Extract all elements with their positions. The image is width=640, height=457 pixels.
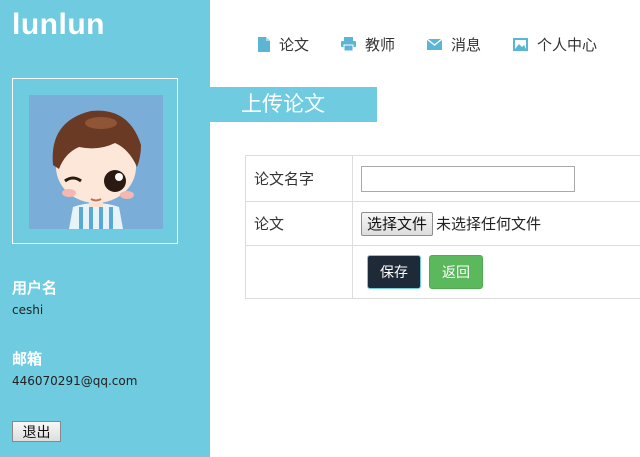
nav-item-label: 教师 [365, 35, 396, 54]
file-status-text: 未选择任何文件 [436, 215, 542, 233]
nav-item-papers[interactable]: 论文 [258, 34, 309, 55]
avatar-cartoon-icon [29, 95, 163, 229]
nav-item-teachers[interactable]: 教师 [341, 34, 395, 55]
envelope-icon [427, 38, 443, 50]
save-button[interactable]: 保存 [367, 255, 421, 289]
picture-icon [513, 37, 529, 51]
email-label: 邮箱 [12, 350, 43, 368]
document-icon [258, 36, 270, 52]
username-value: ceshi [12, 303, 44, 317]
section-title: 上传论文 [210, 87, 377, 122]
avatar [29, 95, 163, 229]
printer-icon [341, 37, 357, 51]
upload-form: 论文名字 论文 选择文件 未选择任何文件 保存 返回 [245, 155, 640, 299]
nav-item-profile[interactable]: 个人中心 [513, 34, 597, 55]
form-row-actions: 保存 返回 [245, 245, 640, 299]
top-nav: 论文 教师 消息 个人中心 [258, 34, 629, 54]
avatar-frame [12, 78, 178, 244]
form-row-title: 论文名字 [245, 155, 640, 202]
nav-item-label: 论文 [279, 35, 310, 54]
logout-button[interactable]: 退出 [12, 421, 61, 442]
nav-item-messages[interactable]: 消息 [427, 34, 481, 55]
sidebar: lunlun 用户名 ceshi 邮箱 446070291@qq.com 退出 [0, 0, 210, 457]
choose-file-button[interactable]: 选择文件 [361, 211, 434, 236]
back-button[interactable]: 返回 [429, 255, 483, 289]
paper-file-label: 论文 [245, 201, 353, 246]
paper-name-input[interactable] [361, 165, 575, 192]
username-label: 用户名 [12, 279, 58, 297]
brand-logo[interactable]: lunlun [12, 8, 105, 42]
paper-name-label: 论文名字 [245, 155, 353, 202]
nav-item-label: 消息 [451, 35, 482, 54]
form-row-file: 论文 选择文件 未选择任何文件 [245, 201, 640, 246]
email-value: 446070291@qq.com [12, 374, 138, 388]
nav-item-label: 个人中心 [537, 35, 598, 54]
